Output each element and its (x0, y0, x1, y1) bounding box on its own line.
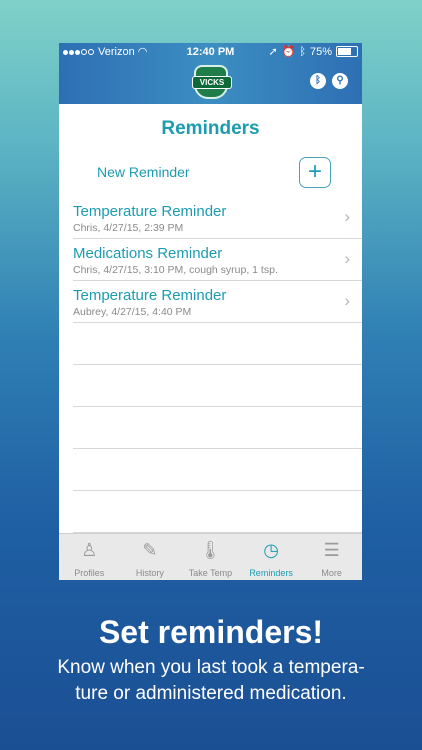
bluetooth-icon[interactable]: ᛒ (310, 73, 326, 89)
reminder-detail: Aubrey, 4/27/15, 4:40 PM (73, 306, 192, 318)
add-reminder-button[interactable]: + (299, 157, 331, 188)
list-item[interactable]: Temperature Reminder Aubrey, 4/27/15, 4:… (73, 281, 362, 323)
alarm-icon: ⏰ (281, 46, 296, 58)
tab-reminders[interactable]: ◷ Reminders (241, 534, 302, 580)
header-icons: ᛒ ⚲ (310, 73, 348, 89)
thermometer-icon[interactable]: ⚲ (332, 73, 348, 89)
clock-icon: ◷ (263, 540, 279, 560)
empty-row (73, 323, 362, 365)
page-title: Reminders (161, 118, 260, 139)
empty-row (73, 491, 362, 533)
chevron-right-icon: › (344, 249, 350, 268)
caption-body: Know when you last took a tempera- ture … (0, 655, 422, 707)
empty-row (73, 407, 362, 449)
status-bar: Verizon ◠ 12:40 PM ➚ ⏰ ᛒ 75% (59, 43, 362, 61)
tab-label: History (135, 568, 164, 578)
logo-text: VICKS (192, 76, 232, 89)
reminder-title: Medications Reminder (73, 245, 223, 262)
tab-bar: ♙ Profiles ✎ History 🌡 Take Temp ◷ Remin… (59, 533, 362, 580)
caption-line: Know when you last took a tempera- (57, 657, 365, 678)
new-reminder-label[interactable]: New Reminder (97, 164, 190, 180)
list-item[interactable]: Medications Reminder Chris, 4/27/15, 3:1… (73, 239, 362, 281)
tab-label: Take Temp (188, 568, 233, 578)
empty-row (73, 449, 362, 491)
tab-history[interactable]: ✎ History (120, 534, 181, 580)
tab-label: More (321, 568, 342, 578)
phone-screen: VICKS ᛒ ⚲ Verizon ◠ 12:40 PM ➚ ⏰ ᛒ 75% R… (59, 43, 362, 580)
battery-percent: 75% (309, 45, 332, 58)
tab-take-temp[interactable]: 🌡 Take Temp (180, 534, 241, 580)
tab-more[interactable]: ☰ More (301, 534, 362, 580)
tab-profiles[interactable]: ♙ Profiles (59, 534, 120, 580)
menu-icon: ☰ (323, 540, 340, 560)
reminder-title: Temperature Reminder (73, 203, 227, 220)
vicks-logo: VICKS (192, 65, 232, 99)
reminder-detail: Chris, 4/27/15, 2:39 PM (73, 222, 184, 234)
person-icon: ♙ (81, 540, 98, 560)
tab-label: Profiles (74, 568, 105, 578)
caption-heading: Set reminders! (98, 614, 324, 650)
empty-row (73, 365, 362, 407)
thermometer-icon: 🌡 (199, 540, 222, 560)
reminder-detail: Chris, 4/27/15, 3:10 PM, cough syrup, 1 … (73, 264, 278, 276)
reminder-list: Temperature Reminder Chris, 4/27/15, 2:3… (73, 197, 362, 533)
history-icon: ✎ (142, 540, 158, 560)
chevron-right-icon: › (344, 207, 350, 226)
status-right: ➚ ⏰ ᛒ 75% (268, 45, 358, 58)
tab-label: Reminders (249, 568, 293, 578)
chevron-right-icon: › (344, 291, 350, 310)
list-item[interactable]: Temperature Reminder Chris, 4/27/15, 2:3… (73, 197, 362, 239)
caption-line: ture or administered medication. (75, 683, 347, 704)
reminder-title: Temperature Reminder (73, 287, 227, 304)
location-icon: ➚ (268, 46, 278, 58)
bluetooth-status-icon: ᛒ (299, 45, 306, 58)
battery-icon (336, 46, 358, 57)
